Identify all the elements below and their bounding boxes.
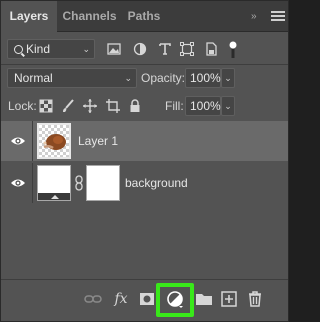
tab-bar: Layers Channels Paths » [1, 1, 288, 33]
fill-dropdown-button[interactable]: ⌄ [221, 96, 235, 116]
shape-filter-icon[interactable] [179, 41, 195, 57]
layer-row-background[interactable]: background [1, 163, 288, 203]
group-folder-icon[interactable] [194, 289, 214, 309]
opacity-dropdown-button[interactable]: ⌄ [221, 68, 235, 88]
filter-toggle-icon[interactable] [229, 39, 237, 59]
lock-row: Lock: Fill: 100% ⌄ [1, 95, 288, 119]
hamburger-menu-icon[interactable] [271, 9, 285, 23]
adjustment-layer-highlight [156, 283, 194, 317]
layers-list: Layer 1 background [1, 119, 288, 279]
collapse-panel-button[interactable]: » [251, 1, 265, 32]
tab-paths[interactable]: Paths [122, 1, 166, 32]
lock-label: Lock: [8, 99, 37, 113]
layer-thumbnail[interactable] [37, 123, 71, 159]
lock-position-icon[interactable] [82, 98, 98, 114]
new-layer-icon[interactable] [219, 289, 239, 309]
fx-icon[interactable]: fx [111, 289, 131, 309]
divider [1, 64, 288, 65]
link-layers-icon[interactable] [83, 289, 103, 309]
divider [32, 121, 33, 161]
blend-mode-select[interactable]: Normal ⌄ [7, 68, 137, 88]
chevron-down-icon: ⌄ [82, 44, 90, 54]
divider [32, 163, 33, 203]
layer-name: background [125, 176, 188, 190]
eye-icon[interactable] [10, 134, 26, 148]
blend-mode-value: Normal [14, 71, 53, 85]
opacity-label: Opacity: [141, 71, 186, 85]
lock-transparent-icon[interactable] [38, 98, 54, 114]
tab-layers[interactable]: Layers [1, 1, 57, 33]
filter-row: Kind ⌄ [1, 37, 288, 63]
adjustment-filter-icon[interactable] [132, 41, 148, 57]
blend-row: Normal ⌄ Opacity: 100% ⌄ [1, 67, 288, 91]
lock-image-icon[interactable] [60, 98, 76, 114]
trash-icon[interactable] [245, 289, 265, 309]
layer-row-layer-1[interactable]: Layer 1 [1, 121, 288, 161]
chevron-down-icon: ⌄ [124, 73, 132, 83]
smart-object-filter-icon[interactable] [203, 41, 219, 57]
layer-name: Layer 1 [78, 134, 119, 148]
type-filter-icon[interactable] [157, 41, 173, 57]
triangle-marker-icon [51, 195, 59, 199]
filter-kind-select[interactable]: Kind ⌄ [7, 39, 95, 59]
search-icon [14, 45, 23, 54]
eye-icon[interactable] [10, 176, 26, 190]
fill-label: Fill: [165, 99, 184, 113]
chain-link-icon[interactable] [74, 175, 84, 191]
add-mask-icon[interactable] [137, 289, 157, 309]
tab-channels[interactable]: Channels [57, 1, 122, 32]
opacity-input[interactable]: 100% [185, 68, 221, 88]
filter-kind-label: Kind [26, 42, 51, 56]
pixel-filter-icon[interactable] [106, 41, 122, 57]
bottom-toolbar: fx [1, 279, 288, 321]
artboard-lock-icon[interactable] [105, 98, 121, 114]
layer-thumbnail[interactable] [37, 165, 71, 201]
layers-panel: Layers Channels Paths » Kind ⌄ Normal ⌄ … [0, 0, 289, 322]
fill-input[interactable]: 100% [185, 96, 221, 116]
lock-all-icon[interactable] [127, 98, 143, 114]
layer-mask-thumbnail[interactable] [86, 165, 120, 201]
